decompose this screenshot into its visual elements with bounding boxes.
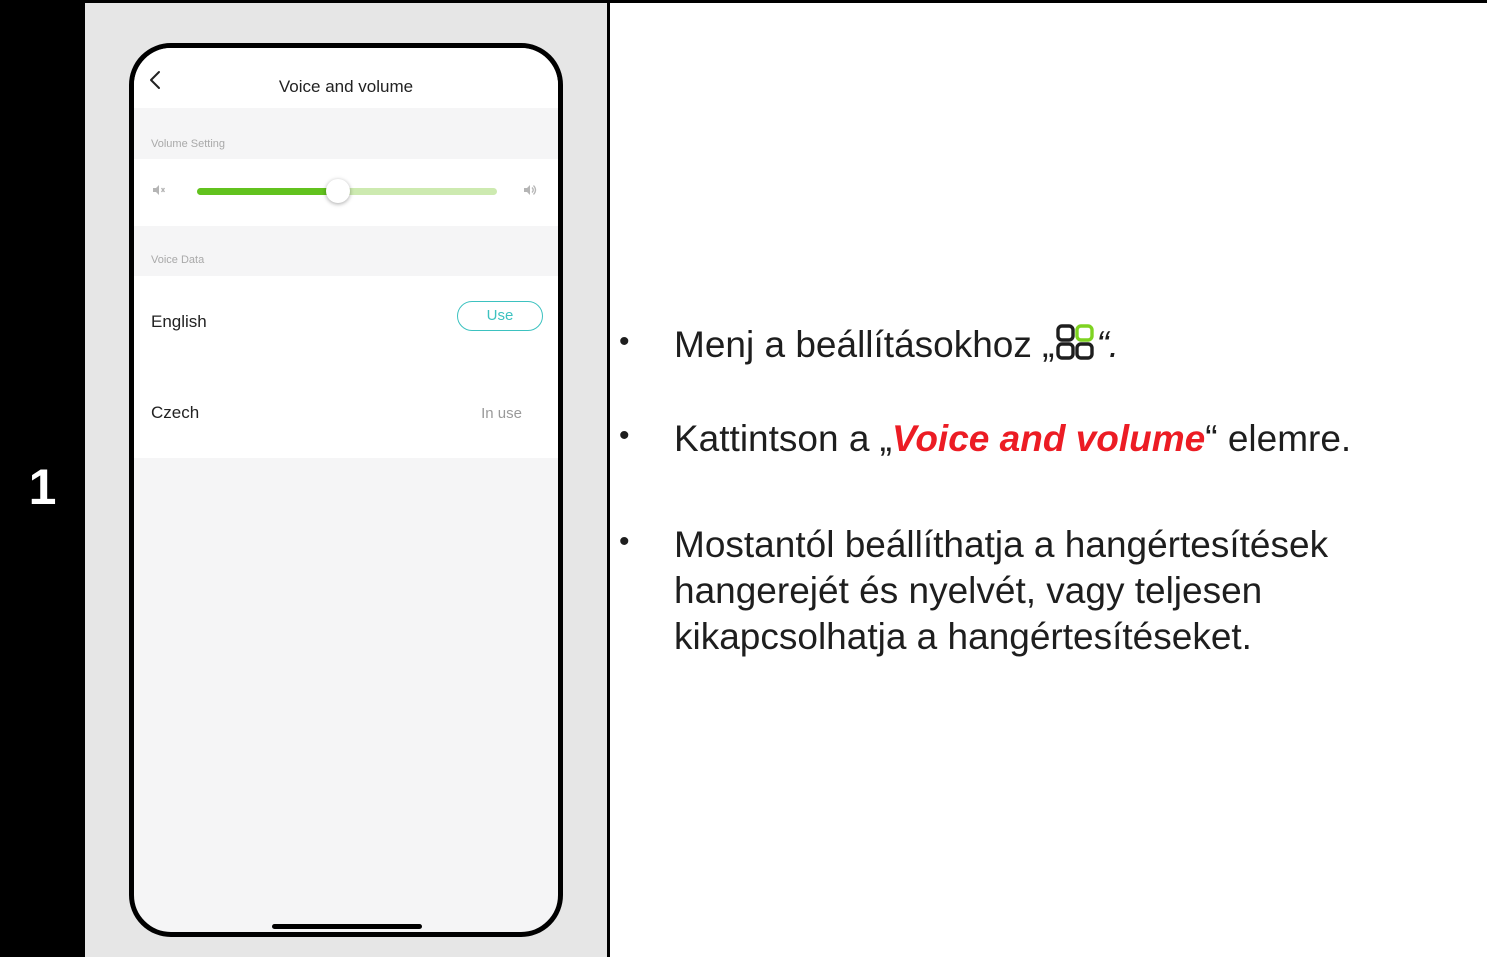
volume-mute-icon — [153, 185, 166, 195]
instruction-2-text-start: Kattintson a „ — [674, 418, 893, 459]
home-indicator — [272, 924, 422, 929]
bullet-marker: • — [619, 419, 630, 452]
instruction-1-text-end: “. — [1096, 324, 1120, 365]
instruction-3-line-3: kikapcsolhatja a hangértesítéseket. — [674, 616, 1252, 657]
language-row-czech: Czech In use — [134, 367, 558, 458]
phone-header: Voice and volume — [134, 48, 558, 108]
language-name: English — [151, 312, 207, 331]
instruction-3-line-2: hangerejét és nyelvét, vagy teljesen — [674, 570, 1263, 611]
volume-slider-handle[interactable] — [326, 179, 350, 203]
volume-slider-fill — [197, 188, 338, 195]
instruction-1-text-start: Menj a beállításokhoz „ — [674, 324, 1055, 365]
instruction-2-text-end: “ elemre. — [1205, 418, 1352, 459]
voice-section-label: Voice Data — [151, 254, 205, 266]
volume-section-label: Volume Setting — [151, 138, 225, 150]
phone-mockup: Voice and volume Volume Setting Voice Da… — [129, 43, 563, 937]
instruction-3: Mostantól beállíthatja a hangértesítések… — [674, 522, 1328, 660]
in-use-status: In use — [481, 405, 522, 422]
settings-grid-icon — [1056, 324, 1095, 360]
step-number: 1 — [28, 459, 57, 515]
bullet-marker: • — [619, 325, 630, 358]
language-row-english: English Use — [134, 276, 558, 367]
language-name: Czech — [151, 403, 200, 422]
bullet-marker: • — [619, 525, 630, 558]
instruction-3-line-1: Mostantól beállíthatja a hangértesítések — [674, 524, 1329, 565]
step-column: 1 — [0, 0, 85, 957]
instruction-1: Menj a beállításokhoz „ “. — [674, 322, 1119, 368]
use-button[interactable]: Use — [457, 301, 543, 331]
phone-page-title: Voice and volume — [278, 77, 414, 96]
text-column — [610, 3, 1487, 957]
instruction-2-highlight: Voice and volume — [892, 418, 1206, 459]
volume-max-icon — [524, 185, 537, 195]
instruction-2: Kattintson a „Voice and volume“ elemre. — [674, 416, 1351, 462]
